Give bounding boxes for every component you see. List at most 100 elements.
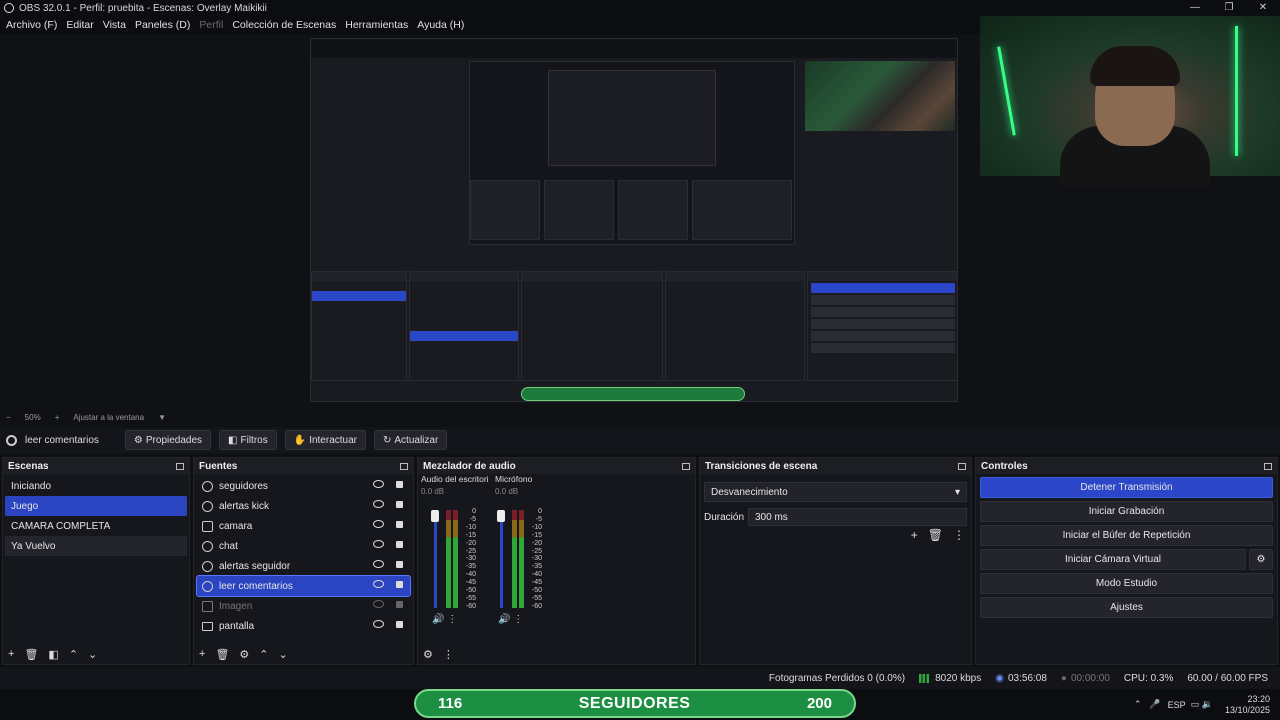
minimize-icon[interactable]: — (1178, 0, 1212, 16)
trash-icon[interactable]: 🗑 (928, 528, 943, 542)
filters-button[interactable]: ◧ Filtros (219, 430, 277, 450)
stream-time: 03:56:08 (1007, 672, 1047, 684)
replay-buffer-button[interactable]: Iniciar el Búfer de Repetición (980, 525, 1273, 546)
volume-knob[interactable] (431, 510, 439, 522)
clock[interactable]: 23:20 13/10/2025 (1225, 694, 1270, 716)
lock-icon[interactable] (396, 481, 403, 488)
lock-icon[interactable] (396, 541, 403, 548)
language-indicator[interactable]: ESP (1168, 700, 1186, 710)
trash-icon[interactable]: 🗑 (215, 648, 229, 661)
add-icon[interactable]: + (911, 528, 918, 542)
virtual-camera-button[interactable]: Iniciar Cámara Virtual (980, 549, 1246, 570)
zoom-dropdown-icon[interactable]: ▼ (158, 413, 166, 422)
lock-icon[interactable] (396, 501, 403, 508)
scene-item[interactable]: CAMARA COMPLETA (5, 516, 187, 536)
zoom-out-icon[interactable]: − (6, 413, 11, 422)
nested-preview-inner (548, 70, 716, 166)
fit-window[interactable]: Ajustar a la ventana (73, 413, 144, 422)
menu-editar[interactable]: Editar (66, 19, 93, 31)
nested-menu (311, 49, 957, 58)
filter-icon[interactable]: ◧ (48, 648, 58, 661)
popout-icon[interactable] (682, 462, 690, 470)
gear-icon[interactable]: ⚙ (239, 648, 249, 661)
source-item[interactable]: alertas seguidor (197, 556, 410, 576)
menu-coleccion[interactable]: Colección de Escenas (232, 19, 336, 31)
scene-item[interactable]: Ya Vuelvo (5, 536, 187, 556)
menu-paneles[interactable]: Paneles (D) (135, 19, 190, 31)
volume-slider[interactable] (434, 510, 437, 608)
gear-icon[interactable]: ⚙ (1249, 549, 1273, 570)
speaker-icon[interactable]: 🔊 (498, 614, 510, 625)
close-icon[interactable]: ✕ (1246, 0, 1280, 16)
eye-icon[interactable] (373, 580, 384, 588)
popout-icon[interactable] (176, 462, 184, 470)
browser-icon (202, 560, 213, 572)
lock-icon[interactable] (396, 561, 403, 568)
eye-icon[interactable] (373, 540, 384, 548)
eye-icon[interactable] (373, 520, 384, 528)
settings-button[interactable]: Ajustes (980, 597, 1273, 618)
move-up-icon[interactable]: ⌃ (69, 648, 78, 661)
volume-slider[interactable] (500, 510, 503, 608)
dropped-frames: Fotogramas Perdidos 0 (0.0%) (768, 672, 906, 684)
eye-off-icon[interactable] (373, 600, 384, 608)
move-down-icon[interactable]: ⌄ (88, 648, 97, 661)
browser-icon (202, 580, 213, 592)
source-item-selected[interactable]: leer comentarios (196, 575, 411, 597)
system-tray: ⌃ 🎤 ESP ▭ 🔉 23:20 13/10/2025 (1134, 689, 1270, 720)
lock-icon[interactable] (396, 521, 403, 528)
more-icon[interactable]: ⋮ (513, 614, 523, 625)
more-icon[interactable]: ⋮ (443, 648, 454, 661)
filter-icon: ◧ (228, 434, 238, 446)
studio-mode-button[interactable]: Modo Estudio (980, 573, 1273, 594)
popout-icon[interactable] (958, 462, 966, 470)
menu-vista[interactable]: Vista (103, 19, 126, 31)
add-icon[interactable]: + (199, 648, 205, 660)
menu-archivo[interactable]: Archivo (F) (6, 19, 57, 31)
scene-item-selected[interactable]: Juego (5, 496, 187, 516)
nested-webcam (805, 61, 955, 131)
source-item[interactable]: camara (197, 516, 410, 536)
stop-stream-button[interactable]: Detener Transmisión (980, 477, 1273, 498)
move-down-icon[interactable]: ⌄ (279, 648, 288, 661)
network-icon[interactable]: ▭ (1191, 699, 1200, 710)
chevron-up-icon[interactable]: ⌃ (1134, 699, 1142, 710)
trash-icon[interactable]: 🗑 (24, 648, 38, 661)
move-up-icon[interactable]: ⌃ (259, 648, 268, 661)
source-item[interactable]: pantalla (197, 616, 410, 636)
advanced-audio-icon[interactable]: ⚙ (423, 648, 433, 661)
more-icon[interactable]: ⋮ (953, 528, 965, 542)
interact-button[interactable]: ✋ Interactuar (284, 430, 366, 450)
start-recording-button[interactable]: Iniciar Grabación (980, 501, 1273, 522)
speaker-icon[interactable]: 🔊 (432, 614, 444, 625)
source-item[interactable]: seguidores (197, 476, 410, 496)
lock-icon[interactable] (396, 621, 403, 628)
popout-icon[interactable] (1264, 462, 1272, 470)
add-icon[interactable]: + (8, 648, 14, 660)
scenes-dock: Escenas Iniciando Juego CAMARA COMPLETA … (2, 457, 190, 665)
lock-icon[interactable] (396, 601, 403, 608)
source-item[interactable]: chat (197, 536, 410, 556)
more-icon[interactable]: ⋮ (447, 614, 457, 625)
eye-icon[interactable] (373, 560, 384, 568)
menu-perfil[interactable]: Perfil (199, 19, 223, 31)
source-item[interactable]: alertas kick (197, 496, 410, 516)
menu-herramientas[interactable]: Herramientas (345, 19, 408, 31)
eye-icon[interactable] (373, 620, 384, 628)
properties-button[interactable]: ⚙ Propiedades (124, 430, 212, 450)
source-item[interactable]: Imagen (197, 596, 410, 616)
lock-icon[interactable] (396, 581, 403, 588)
menu-ayuda[interactable]: Ayuda (H) (417, 19, 464, 31)
maximize-icon[interactable]: ❐ (1212, 0, 1246, 16)
mic-icon[interactable]: 🎤 (1149, 699, 1160, 710)
popout-icon[interactable] (400, 462, 408, 470)
eye-icon[interactable] (373, 480, 384, 488)
scene-item[interactable]: Iniciando (5, 476, 187, 496)
refresh-button[interactable]: ↻ Actualizar (374, 430, 448, 450)
volume-knob[interactable] (497, 510, 505, 522)
transition-select[interactable]: Desvanecimiento ▾ (704, 482, 967, 502)
zoom-in-icon[interactable]: + (55, 413, 60, 422)
duration-input[interactable]: 300 ms (748, 508, 967, 526)
eye-icon[interactable] (373, 500, 384, 508)
volume-icon[interactable]: 🔉 (1202, 699, 1213, 710)
